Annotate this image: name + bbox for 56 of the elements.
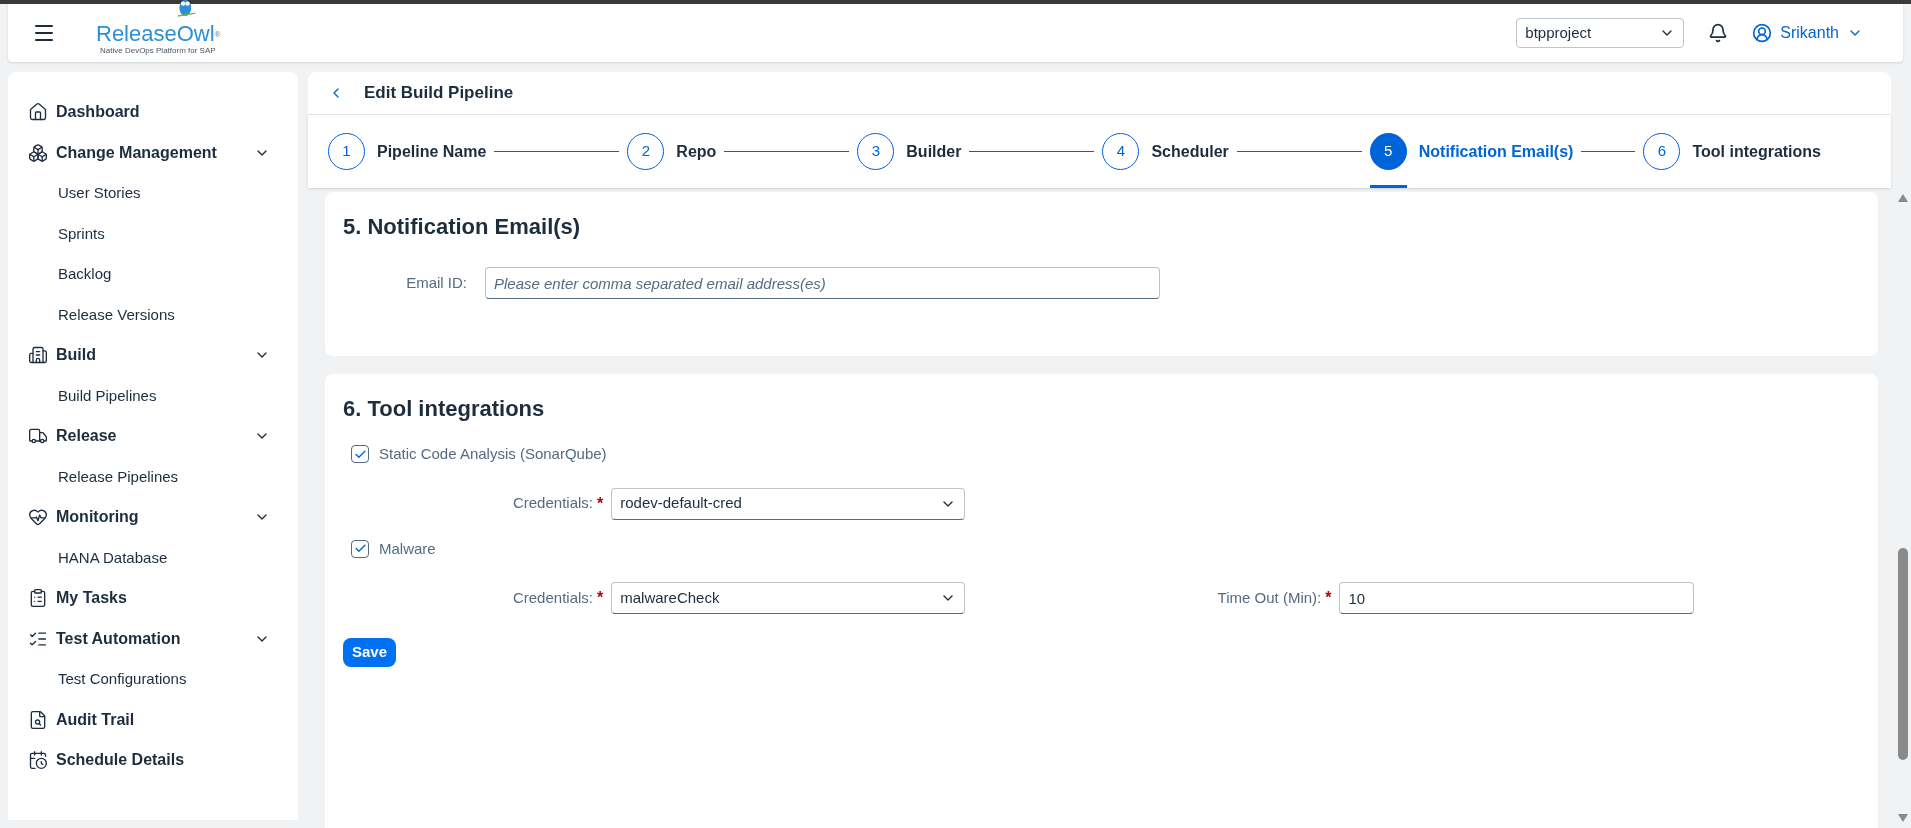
sidebar-subitem[interactable]: User Stories: [28, 173, 278, 214]
sidebar-subitem[interactable]: HANA Database: [28, 537, 278, 578]
checkbox[interactable]: [351, 539, 369, 558]
required-asterisk: *: [597, 493, 604, 514]
checkbox-label: Static Code Analysis (SonarQube): [379, 444, 607, 464]
sidebar-subitem[interactable]: Release Versions: [28, 294, 278, 335]
home-icon: [28, 102, 48, 123]
project-dropdown[interactable]: btpproject: [1516, 18, 1685, 48]
sidebar-item[interactable]: Build: [28, 335, 278, 376]
field-label: Email ID:: [405, 272, 467, 293]
step-tab[interactable]: 4 Scheduler: [1102, 115, 1229, 188]
required-asterisk: *: [1325, 588, 1332, 608]
sidebar-item[interactable]: Release: [28, 416, 278, 457]
sidebar-item[interactable]: Monitoring: [28, 497, 278, 538]
field-label: Credentials:: [511, 587, 593, 608]
step-tab[interactable]: 5 Notification Email(s): [1369, 115, 1574, 188]
sidebar-subitem[interactable]: Build Pipelines: [28, 375, 278, 416]
step-tab[interactable]: 3 Builder: [857, 115, 962, 188]
user-menu-button[interactable]: Srikanth: [1752, 21, 1863, 45]
checkbox-label: Malware: [379, 538, 436, 559]
field-label: Credentials:: [511, 493, 593, 514]
save-button[interactable]: Save: [343, 638, 397, 667]
heart-pulse-icon: [28, 507, 48, 528]
credentials-dropdown[interactable]: rodev-default-cred: [611, 487, 966, 520]
registered-mark: ®: [214, 30, 221, 39]
checkbox[interactable]: [351, 445, 369, 464]
sidebar-item[interactable]: Dashboard: [28, 92, 278, 133]
sidebar-item[interactable]: Test Automation: [28, 618, 278, 659]
document-search-icon: [28, 709, 48, 730]
logo-text: ReleaseOwl: [96, 21, 215, 46]
input-field[interactable]: 10: [1339, 582, 1695, 614]
sidebar-item[interactable]: My Tasks: [28, 578, 278, 619]
section-heading: 6. Tool integrations: [343, 395, 546, 423]
sidebar-item[interactable]: Change Management: [28, 132, 278, 173]
required-asterisk: *: [597, 588, 604, 608]
field-label: Time Out (Min):: [1216, 587, 1322, 608]
page-title: Edit Build Pipeline: [364, 82, 514, 105]
sidebar-subitem[interactable]: Release Pipelines: [28, 456, 278, 497]
step-tab[interactable]: 6 Tool integrations: [1643, 115, 1821, 188]
notification-bell-icon[interactable]: [1708, 23, 1729, 43]
sidebar-item[interactable]: Audit Trail: [28, 699, 278, 740]
logo-tagline: Native DevOps Platform for SAP: [100, 47, 216, 55]
calendar-clock-icon: [28, 750, 48, 771]
sidebar-subitem[interactable]: Sprints: [28, 213, 278, 254]
sidebar-subitem[interactable]: Backlog: [28, 254, 278, 295]
step-tab[interactable]: 2 Repo: [627, 115, 717, 188]
building-icon: [28, 345, 48, 366]
section-heading: 5. Notification Email(s): [343, 213, 582, 241]
user-icon: [1752, 23, 1773, 43]
sidebar-item[interactable]: Schedule Details: [28, 740, 278, 781]
sidebar-subitem[interactable]: Test Configurations: [28, 659, 278, 700]
cubes-icon: [28, 142, 48, 163]
step-tab[interactable]: 1 Pipeline Name: [328, 115, 487, 188]
clipboard-icon: [28, 588, 48, 609]
credentials-dropdown[interactable]: malwareCheck: [611, 582, 966, 614]
email-input-field[interactable]: Please enter comma separated email address(es): [485, 267, 1160, 299]
